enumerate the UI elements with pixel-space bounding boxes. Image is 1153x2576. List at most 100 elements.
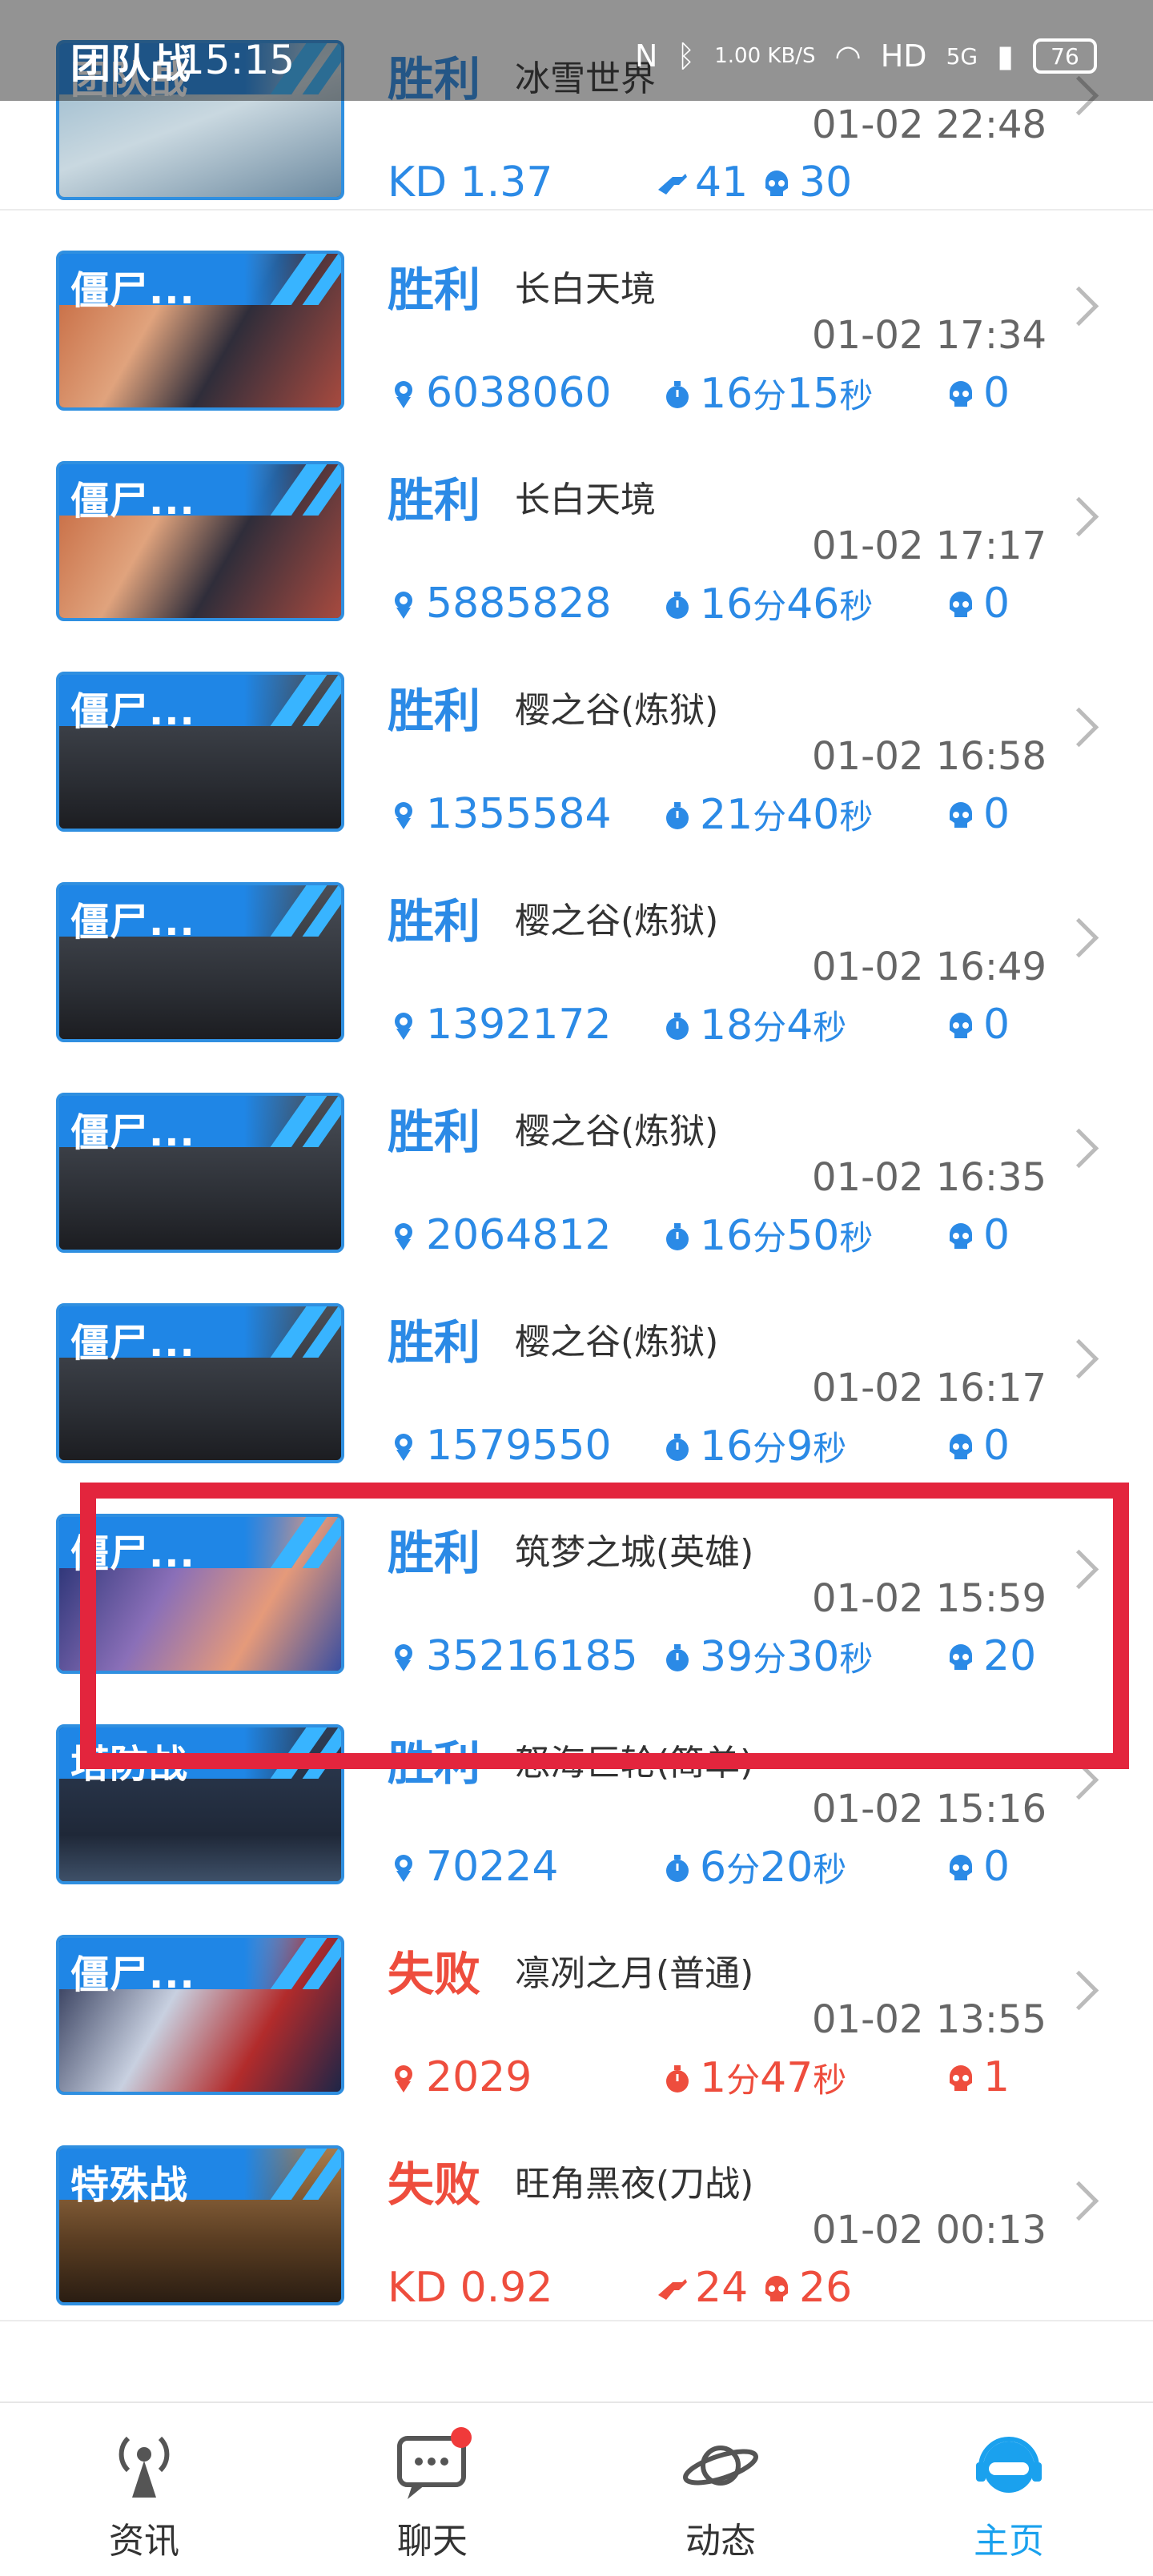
chevron-right-icon[interactable]: [1059, 1128, 1099, 1169]
chevron-right-icon[interactable]: [1059, 707, 1099, 748]
chat-icon: [388, 2427, 476, 2504]
deaths-count-value: 26: [799, 2264, 853, 2312]
match-thumbnail: 僵尸...: [56, 251, 344, 411]
deaths-count-value: 0: [983, 790, 1010, 838]
score-value-value: 1392172: [426, 1001, 612, 1049]
map-name: 旺角黑夜(刀战): [515, 2164, 754, 2205]
duration-seconds: 15: [786, 370, 840, 418]
match-time: 01-02 16:49: [812, 945, 1047, 989]
chevron-right-icon[interactable]: [1059, 1970, 1099, 2011]
seconds-unit: 秒: [839, 587, 874, 626]
match-result: 胜利: [388, 1315, 481, 1370]
map-name: 樱之谷(炼狱): [515, 1322, 719, 1362]
duration: 21分40秒: [661, 790, 873, 839]
deaths-count: 0: [945, 1422, 1010, 1470]
tab-headset-face[interactable]: 主页: [913, 2427, 1105, 2563]
deaths-count: 26: [761, 2264, 852, 2312]
deaths-count: 0: [945, 580, 1010, 628]
planet-icon: [677, 2427, 765, 2504]
match-record-row[interactable]: 僵尸... 胜利 樱之谷(炼狱) 01-02 16:58 1355584 21分40秒 0: [0, 632, 1153, 848]
chevron-right-icon[interactable]: [1059, 286, 1099, 327]
duration-minutes: 16: [700, 1212, 753, 1260]
duration-minutes: 16: [700, 580, 753, 628]
kd-ratio-value: KD 0.92: [388, 2264, 553, 2312]
duration: 16分46秒: [661, 580, 873, 628]
match-record-row[interactable]: 特殊战 失败 旺角黑夜(刀战) 01-02 00:13 KD 0.92 24 26: [0, 2105, 1153, 2321]
stopwatch-icon: [661, 794, 693, 829]
skull-icon: [945, 583, 977, 617]
mode-label: 僵尸...: [70, 479, 195, 524]
match-time: 01-02 17:34: [812, 313, 1047, 358]
skull-icon: [761, 162, 793, 196]
seconds-unit: 秒: [839, 797, 874, 837]
tab-broadcast[interactable]: 资讯: [48, 2427, 240, 2563]
chevron-right-icon[interactable]: [1059, 2181, 1099, 2221]
tab-chat[interactable]: 聊天: [336, 2427, 528, 2563]
duration: 1分47秒: [661, 2053, 846, 2102]
mode-label: 僵尸...: [70, 689, 195, 734]
score-value: 6038060: [388, 369, 612, 417]
map-name: 长白天境: [515, 479, 656, 520]
chevron-right-icon[interactable]: [1059, 496, 1099, 537]
match-time: 01-02 13:55: [812, 1997, 1047, 2042]
bottom-tab-bar: 资讯 聊天 动态 主页: [0, 2401, 1153, 2576]
match-record-row[interactable]: 僵尸... 胜利 樱之谷(炼狱) 01-02 16:17 1579550 16分9秒 0: [0, 1263, 1153, 1479]
match-record-row[interactable]: 僵尸... 失败 凛冽之月(普通) 01-02 13:55 2029 1分47秒 1: [0, 1895, 1153, 2111]
duration-minutes: 16: [700, 370, 753, 418]
skull-icon: [945, 793, 977, 828]
match-record-row[interactable]: 僵尸... 胜利 长白天境 01-02 17:34 6038060 16分15秒 0: [0, 211, 1153, 427]
duration-seconds: 50: [786, 1212, 840, 1260]
match-record-row[interactable]: 僵尸... 胜利 樱之谷(炼狱) 01-02 16:35 2064812 16分50秒 0: [0, 1053, 1153, 1269]
score-value: 2029: [388, 2053, 532, 2101]
score-pin-icon: [388, 1425, 420, 1461]
headset-face-icon: [965, 2427, 1053, 2504]
match-result: 胜利: [388, 1105, 481, 1159]
network-type: 5G: [946, 42, 978, 70]
status-icons: N ᛒ 1.00 KB/S ◠ HD 5G ▮ 76: [635, 32, 1097, 80]
skull-icon: [945, 1846, 977, 1880]
deaths-count-value: 1: [983, 2053, 1010, 2101]
wifi-icon: ◠: [834, 38, 862, 74]
duration: 6分20秒: [661, 1843, 846, 1892]
battery-icon: 76: [1033, 38, 1097, 74]
chevron-right-icon[interactable]: [1059, 917, 1099, 958]
kills-count-value: 24: [695, 2264, 749, 2312]
match-time: 01-02 22:48: [812, 102, 1047, 147]
match-result: 胜利: [388, 263, 481, 317]
match-record-row[interactable]: 僵尸... 胜利 长白天境 01-02 17:17 5885828 16分46秒 0: [0, 421, 1153, 637]
skull-icon: [945, 1425, 977, 1459]
skull-icon: [945, 1004, 977, 1038]
match-thumbnail: 僵尸...: [56, 1093, 344, 1253]
deaths-count: 0: [945, 790, 1010, 838]
tab-planet[interactable]: 动态: [625, 2427, 817, 2563]
match-result: 胜利: [388, 684, 481, 738]
stopwatch-icon: [661, 2057, 693, 2092]
mode-label: 僵尸...: [70, 1952, 195, 1997]
deaths-count-value: 0: [983, 369, 1010, 417]
chevron-right-icon[interactable]: [1059, 1338, 1099, 1379]
score-pin-icon: [388, 583, 420, 619]
deaths-count-value: 0: [983, 1001, 1010, 1049]
status-bar: 团队战 15:15 N ᛒ 1.00 KB/S ◠ HD 5G ▮ 76: [0, 0, 1153, 101]
score-value: 1392172: [388, 1001, 612, 1049]
mode-label: 僵尸...: [70, 1321, 195, 1366]
score-value: 1355584: [388, 790, 612, 838]
score-pin-icon: [388, 1214, 420, 1250]
mode-label: 僵尸...: [70, 268, 195, 313]
duration: 16分15秒: [661, 369, 873, 418]
match-time: 01-02 16:17: [812, 1366, 1047, 1410]
deaths-count-value: 0: [983, 1843, 1010, 1891]
kd-ratio: KD 1.37: [388, 158, 552, 207]
deaths-count-value: 0: [983, 1211, 1010, 1259]
minutes-unit: 分: [753, 1429, 787, 1468]
score-pin-icon: [388, 793, 420, 829]
deaths-count-value: 30: [799, 158, 853, 207]
match-time: 01-02 00:13: [812, 2208, 1047, 2253]
minutes-unit: 分: [753, 1218, 787, 1258]
duration-seconds: 9: [786, 1422, 814, 1471]
match-record-row[interactable]: 僵尸... 胜利 樱之谷(炼狱) 01-02 16:49 1392172 18分4秒 0: [0, 842, 1153, 1058]
mode-label: 特殊战: [70, 2163, 189, 2208]
match-time: 01-02 17:17: [812, 524, 1047, 568]
score-value-value: 2029: [426, 2053, 532, 2101]
match-thumbnail: 僵尸...: [56, 672, 344, 832]
